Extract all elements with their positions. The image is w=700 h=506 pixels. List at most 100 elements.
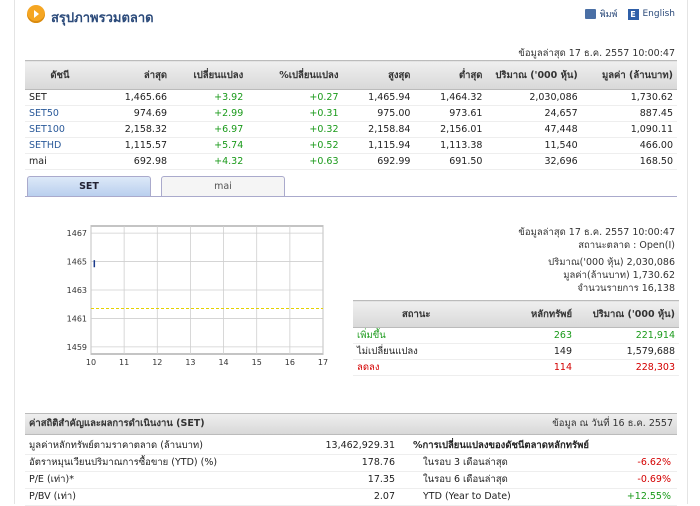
status-label: เพิ่มขึ้น xyxy=(353,327,480,344)
status-label: ไม่เปลี่ยนแปลง xyxy=(353,343,480,360)
col-pct-change: %เปลี่ยนแปลง xyxy=(247,60,343,90)
print-label: พิมพ์ xyxy=(599,10,618,20)
table-row: SETHD 1,115.57 +5.74 +0.52 1,115.94 1,11… xyxy=(25,137,677,154)
index-name-link[interactable]: SETHD xyxy=(25,137,95,154)
col-securities: หลักทรัพย์ xyxy=(479,300,577,328)
index-value: 887.45 xyxy=(581,105,677,122)
index-table: ดัชนี ล่าสุด เปลี่ยนแปลง %เปลี่ยนแปลง สู… xyxy=(25,60,677,170)
x-tick-label: 15 xyxy=(252,358,262,367)
stat-right-label: ในรอบ 6 เดือนล่าสุด xyxy=(423,474,508,485)
stat-right-value: -0.69% xyxy=(637,474,671,485)
set-update: ข้อมูลล่าสุด 17 ธ.ค. 2557 10:00:47 xyxy=(518,227,675,238)
securities-count: 263 xyxy=(479,327,577,344)
index-last: 1,115.57 xyxy=(94,137,172,154)
col-high: สูงสุด xyxy=(342,60,415,90)
stats-title: ค่าสถิติสำคัญและผลการดำเนินงาน (SET) xyxy=(29,418,205,429)
x-tick-label: 13 xyxy=(185,358,195,367)
y-tick-label: 1465 xyxy=(67,258,87,267)
english-link[interactable]: E English xyxy=(627,8,676,20)
x-tick-label: 17 xyxy=(318,358,328,367)
securities-count: 114 xyxy=(479,359,577,376)
index-low: 973.61 xyxy=(414,105,487,122)
index-high: 975.00 xyxy=(342,105,415,122)
index-last: 1,465.66 xyxy=(94,89,172,106)
index-value: 168.50 xyxy=(581,153,677,170)
x-tick-label: 11 xyxy=(119,358,129,367)
table-row: SET100 2,158.32 +6.97 +0.32 2,158.84 2,1… xyxy=(25,121,677,138)
index-table-header: ดัชนี ล่าสุด เปลี่ยนแปลง %เปลี่ยนแปลง สู… xyxy=(25,60,677,90)
market-tabs: SET mai xyxy=(25,176,677,197)
stat-right-label: %การเปลี่ยนแปลงของดัชนีตลาดหลักทรัพย์ xyxy=(413,440,589,451)
index-last: 2,158.32 xyxy=(94,121,172,138)
index-value: 1,730.62 xyxy=(581,89,677,106)
stat-label: มูลค่าหลักทรัพย์ตามราคาตลาด (ล้านบาท) xyxy=(29,440,203,451)
index-high: 1,465.94 xyxy=(342,89,415,106)
index-low: 1,113.38 xyxy=(414,137,487,154)
stat-right-value: -6.62% xyxy=(637,457,671,468)
stats-header: ค่าสถิติสำคัญและผลการดำเนินงาน (SET) ข้อ… xyxy=(25,413,677,435)
stat-value: 17.35 xyxy=(367,474,395,485)
printer-icon xyxy=(584,9,596,19)
index-pct-change: +0.31 xyxy=(247,105,343,122)
arrow-icon xyxy=(27,5,45,23)
tab-mai[interactable]: mai xyxy=(161,176,285,196)
x-tick-label: 12 xyxy=(152,358,162,367)
english-icon: E xyxy=(627,8,639,20)
col-index: ดัชนี xyxy=(25,60,95,90)
stat-value: 2.07 xyxy=(373,491,395,502)
index-change: +3.92 xyxy=(171,89,248,106)
index-pct-change: +0.27 xyxy=(247,89,343,106)
index-name-link[interactable]: SET100 xyxy=(25,121,95,138)
panel-header: สรุปภาพรวมตลาด พิมพ์ E English xyxy=(15,0,687,30)
index-high: 2,158.84 xyxy=(342,121,415,138)
index-value: 1,090.11 xyxy=(581,121,677,138)
status-volume: 228,303 xyxy=(576,359,679,376)
stat-right-label: YTD (Year to Date) xyxy=(423,491,511,502)
set-value: มูลค่า(ล้านบาท) 1,730.62 xyxy=(563,270,675,281)
index-name: SET xyxy=(25,89,95,106)
y-tick-label: 1459 xyxy=(67,343,87,352)
index-volume: 47,448 xyxy=(486,121,582,138)
print-link[interactable]: พิมพ์ xyxy=(584,7,618,21)
x-tick-label: 16 xyxy=(285,358,295,367)
table-row: อัตราหมุนเวียนปริมาณการซื้อขาย (YTD) (%)… xyxy=(25,455,677,472)
stat-value: 13,462,929.31 xyxy=(325,440,395,451)
index-change: +4.32 xyxy=(171,153,248,170)
index-volume: 2,030,086 xyxy=(486,89,582,106)
index-last: 692.98 xyxy=(94,153,172,170)
stat-right-label: ในรอบ 3 เดือนล่าสุด xyxy=(423,457,508,468)
table-row: ลดลง 114 228,303 xyxy=(353,359,679,376)
index-pct-change: +0.63 xyxy=(247,153,343,170)
col-value: มูลค่า (ล้านบาท) xyxy=(581,60,677,90)
status-volume: 1,579,688 xyxy=(576,343,679,360)
index-high: 1,115.94 xyxy=(342,137,415,154)
last-update: ข้อมูลล่าสุด 17 ธ.ค. 2557 10:00:47 xyxy=(518,48,675,59)
table-row: P/BV (เท่า) 2.07 YTD (Year to Date) +12.… xyxy=(25,489,677,506)
table-row: มูลค่าหลักทรัพย์ตามราคาตลาด (ล้านบาท) 13… xyxy=(25,438,677,455)
y-tick-label: 1461 xyxy=(67,314,87,323)
index-change: +5.74 xyxy=(171,137,248,154)
table-row: mai 692.98 +4.32 +0.63 692.99 691.50 32,… xyxy=(25,153,677,170)
tab-set[interactable]: SET xyxy=(27,176,151,196)
table-row: SET 1,465.66 +3.92 +0.27 1,465.94 1,464.… xyxy=(25,89,677,106)
index-volume: 24,657 xyxy=(486,105,582,122)
y-tick-label: 1467 xyxy=(67,229,87,238)
index-name-link[interactable]: SET50 xyxy=(25,105,95,122)
securities-count: 149 xyxy=(479,343,577,360)
market-status: สถานะตลาด : Open(I) xyxy=(578,240,675,251)
stat-label: อัตราหมุนเวียนปริมาณการซื้อขาย (YTD) (%) xyxy=(29,457,218,468)
table-row: เพิ่มขึ้น 263 221,914 xyxy=(353,327,679,344)
table-row: ไม่เปลี่ยนแปลง 149 1,579,688 xyxy=(353,343,679,360)
index-high: 692.99 xyxy=(342,153,415,170)
page-title: สรุปภาพรวมตลาด xyxy=(51,11,154,26)
index-volume: 32,696 xyxy=(486,153,582,170)
index-last: 974.69 xyxy=(94,105,172,122)
table-row: SET50 974.69 +2.99 +0.31 975.00 973.61 2… xyxy=(25,105,677,122)
english-label: English xyxy=(642,9,676,19)
stat-value: 178.76 xyxy=(361,457,395,468)
intraday-chart: 1467 1465 1463 1461 1459 10 11 12 13 14 15 16 17 xyxy=(67,225,328,367)
x-tick-label: 10 xyxy=(86,358,96,367)
status-label: ลดลง xyxy=(353,359,480,376)
stats-as-of: ข้อมูล ณ วันที่ 16 ธ.ค. 2557 xyxy=(552,418,673,429)
index-change: +6.97 xyxy=(171,121,248,138)
